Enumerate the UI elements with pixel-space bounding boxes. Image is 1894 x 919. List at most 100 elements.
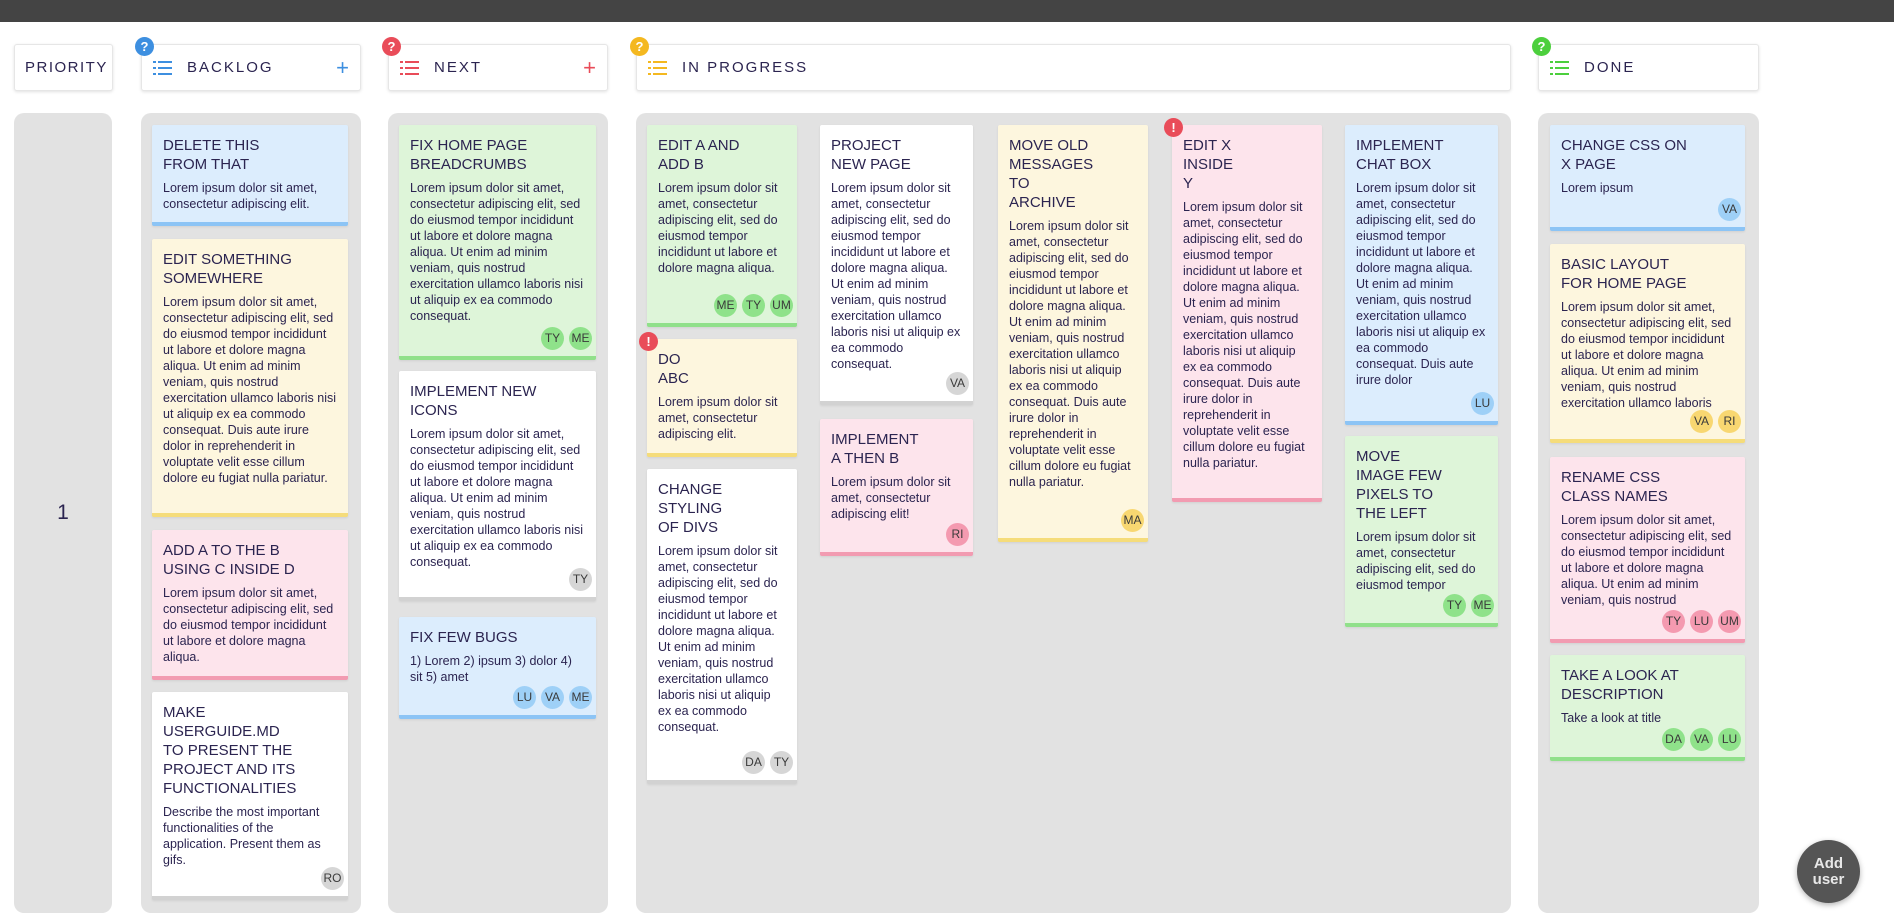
card-avatars: LU VA ME: [513, 686, 592, 709]
card-description: Lorem ipsum dolor sit amet, consectetur …: [831, 475, 951, 521]
task-card[interactable]: FIX FEW BUGS 1) Lorem 2) ipsum 3) dolor …: [399, 617, 596, 719]
help-icon[interactable]: ?: [135, 37, 154, 56]
priority-value: 1: [57, 501, 69, 524]
avatar[interactable]: LU: [1471, 392, 1494, 415]
task-card[interactable]: RENAME CSS CLASS NAMES Lorem ipsum dolor…: [1550, 457, 1745, 643]
card-description: Lorem ipsum dolor sit amet, consectetur …: [163, 295, 336, 485]
card-avatars: TY: [569, 568, 592, 591]
avatar[interactable]: LU: [1690, 610, 1713, 633]
card-description: Lorem ipsum dolor sit amet, consectetur …: [410, 181, 583, 323]
task-card[interactable]: IMPLEMENT CHAT BOX Lorem ipsum dolor sit…: [1345, 125, 1498, 425]
task-card[interactable]: CHANGE STYLING OF DIVS Lorem ipsum dolor…: [647, 469, 797, 784]
list-icon: [1550, 60, 1569, 75]
avatar[interactable]: VA: [1690, 728, 1713, 751]
avatar[interactable]: VA: [946, 372, 969, 395]
card-title: MOVE IMAGE FEW PIXELS TO THE LEFT: [1356, 448, 1442, 522]
in-progress-header-label: IN PROGRESS: [682, 59, 809, 76]
avatar[interactable]: VA: [1718, 198, 1741, 221]
avatar[interactable]: VA: [1690, 410, 1713, 433]
priority-lane: 1: [14, 113, 112, 913]
avatar[interactable]: TY: [569, 568, 592, 591]
avatar[interactable]: DA: [1662, 728, 1685, 751]
task-card[interactable]: PROJECT NEW PAGE Lorem ipsum dolor sit a…: [820, 125, 973, 405]
card-title: TAKE A LOOK AT DESCRIPTION: [1561, 667, 1679, 703]
card-description: Lorem ipsum dolor sit amet, consectetur …: [410, 427, 583, 569]
task-card[interactable]: DELETE THIS FROM THAT Lorem ipsum dolor …: [152, 125, 348, 226]
avatar[interactable]: ME: [569, 327, 592, 350]
card-description: Lorem ipsum dolor sit amet, consectetur …: [658, 181, 778, 275]
avatar[interactable]: UM: [770, 294, 793, 317]
card-description: Lorem ipsum dolor sit amet, consectetur …: [831, 181, 961, 371]
card-avatars: RO: [321, 867, 344, 890]
avatar[interactable]: MA: [1121, 509, 1144, 532]
card-title: CHANGE STYLING OF DIVS: [658, 481, 723, 536]
task-card[interactable]: EDIT A AND ADD B Lorem ipsum dolor sit a…: [647, 125, 797, 327]
card-avatars: RI: [946, 523, 969, 546]
avatar[interactable]: TY: [1443, 594, 1466, 617]
task-card[interactable]: MAKE USERGUIDE.MD TO PRESENT THE PROJECT…: [152, 692, 348, 900]
avatar[interactable]: ME: [569, 686, 592, 709]
help-icon[interactable]: ?: [630, 37, 649, 56]
avatar[interactable]: LU: [513, 686, 536, 709]
card-description: Lorem ipsum dolor sit amet, consectetur …: [1561, 300, 1732, 410]
avatar[interactable]: ME: [1471, 594, 1494, 617]
avatar[interactable]: TY: [541, 327, 564, 350]
card-title: DO ABC: [658, 351, 689, 387]
card-title: ADD A TO THE B USING C INSIDE D: [163, 542, 295, 578]
avatar[interactable]: LU: [1718, 728, 1741, 751]
card-title: IMPLEMENT NEW ICONS: [410, 383, 537, 419]
add-user-button[interactable]: Add user: [1797, 840, 1860, 903]
card-avatars: VA RI: [1690, 410, 1741, 433]
task-card[interactable]: EDIT SOMETHING SOMEWHERE Lorem ipsum dol…: [152, 239, 348, 517]
add-card-button[interactable]: +: [583, 56, 596, 79]
backlog-header-label: BACKLOG: [187, 59, 274, 76]
card-title: MOVE OLD MESSAGES TO ARCHIVE: [1009, 137, 1094, 211]
card-description: Lorem ipsum dolor sit amet, consectetur …: [163, 586, 334, 664]
task-card[interactable]: ! DO ABC Lorem ipsum dolor sit amet, con…: [639, 332, 797, 457]
card-title: IMPLEMENT CHAT BOX: [1356, 137, 1444, 173]
help-icon[interactable]: ?: [382, 37, 401, 56]
card-avatars: MA: [1121, 509, 1144, 532]
backlog-header: ? BACKLOG +: [135, 37, 361, 91]
avatar[interactable]: RO: [321, 867, 344, 890]
card-description: 1) Lorem 2) ipsum 3) dolor 4) sit 5) ame…: [410, 654, 572, 684]
task-card[interactable]: ! EDIT X INSIDE Y Lorem ipsum dolor sit …: [1164, 118, 1322, 502]
avatar[interactable]: ME: [714, 294, 737, 317]
avatar[interactable]: TY: [770, 751, 793, 774]
card-title: FIX FEW BUGS: [410, 629, 518, 646]
avatar[interactable]: TY: [1662, 610, 1685, 633]
help-icon[interactable]: ?: [1532, 37, 1551, 56]
task-card[interactable]: CHANGE CSS ON X PAGE Lorem ipsum VA: [1550, 125, 1745, 231]
avatar[interactable]: RI: [946, 523, 969, 546]
card-title: FIX HOME PAGE BREADCRUMBS: [410, 137, 528, 173]
top-bar: [0, 0, 1894, 22]
task-card[interactable]: IMPLEMENT NEW ICONS Lorem ipsum dolor si…: [399, 371, 596, 601]
next-header-label: NEXT: [434, 59, 483, 76]
task-card[interactable]: BASIC LAYOUT FOR HOME PAGE Lorem ipsum d…: [1550, 244, 1745, 443]
card-title: EDIT SOMETHING SOMEWHERE: [163, 251, 292, 287]
card-description: Lorem ipsum dolor sit amet, consectetur …: [163, 181, 318, 211]
list-icon: [400, 60, 419, 75]
task-card[interactable]: FIX HOME PAGE BREADCRUMBS Lorem ipsum do…: [399, 125, 596, 360]
task-card[interactable]: IMPLEMENT A THEN B Lorem ipsum dolor sit…: [820, 419, 973, 556]
card-description: Lorem ipsum dolor sit amet, consectetur …: [1356, 181, 1486, 387]
add-card-button[interactable]: +: [336, 56, 349, 79]
card-title: PROJECT NEW PAGE: [831, 137, 911, 173]
card-title: MAKE USERGUIDE.MD TO PRESENT THE PROJECT…: [163, 704, 297, 797]
task-card[interactable]: MOVE OLD MESSAGES TO ARCHIVE Lorem ipsum…: [998, 125, 1148, 542]
avatar[interactable]: RI: [1718, 410, 1741, 433]
card-title: EDIT X INSIDE Y: [1183, 137, 1234, 192]
avatar[interactable]: VA: [541, 686, 564, 709]
avatar[interactable]: TY: [742, 294, 765, 317]
avatar[interactable]: UM: [1718, 610, 1741, 633]
list-icon: [153, 60, 172, 75]
card-description: Describe the most important functionalit…: [163, 805, 321, 867]
card-avatars: VA: [946, 372, 969, 395]
alert-icon: !: [639, 332, 658, 351]
task-card[interactable]: MOVE IMAGE FEW PIXELS TO THE LEFT Lorem …: [1345, 436, 1498, 627]
avatar[interactable]: DA: [742, 751, 765, 774]
priority-header: PRIORITY: [14, 44, 113, 91]
done-header: ? DONE: [1532, 37, 1759, 91]
task-card[interactable]: TAKE A LOOK AT DESCRIPTION Take a look a…: [1550, 655, 1745, 761]
task-card[interactable]: ADD A TO THE B USING C INSIDE D Lorem ip…: [152, 530, 348, 680]
